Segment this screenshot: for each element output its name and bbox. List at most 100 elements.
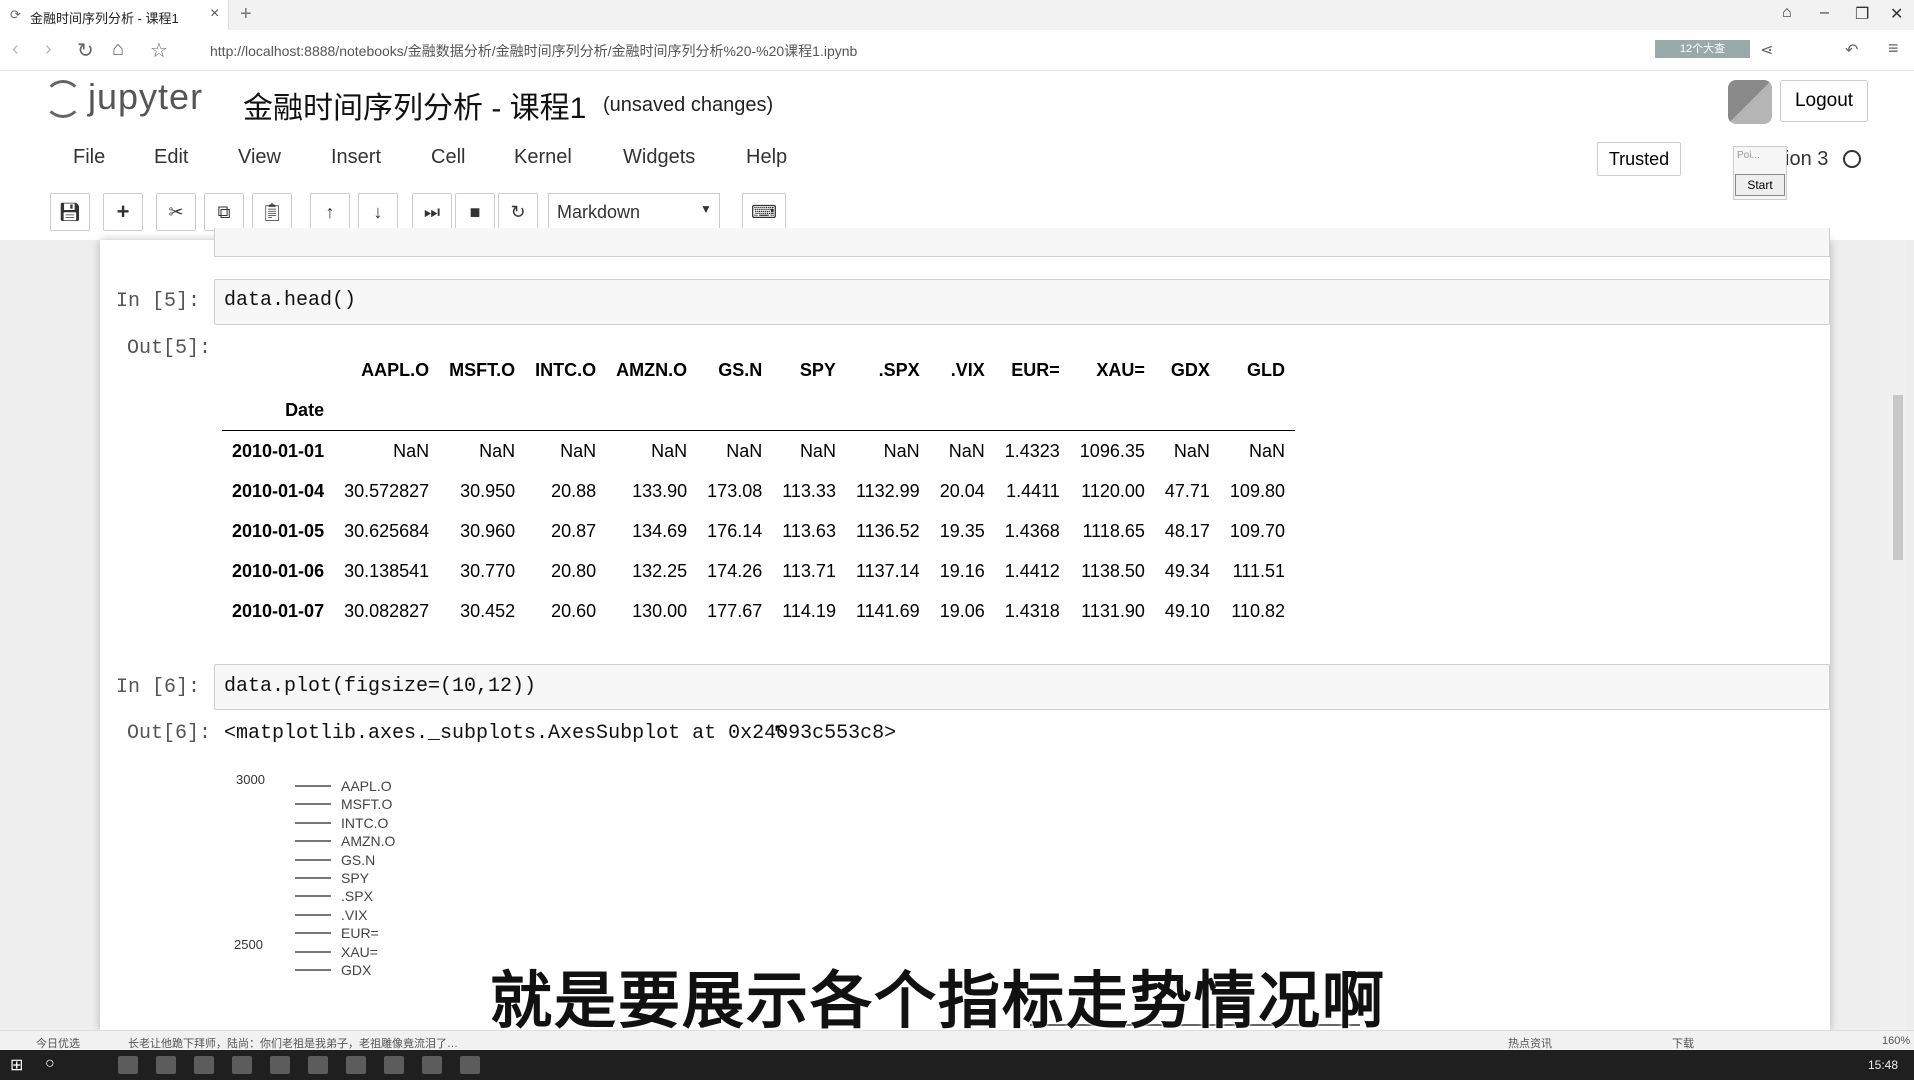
taskbar-app-icon[interactable] <box>460 1056 480 1074</box>
move-up-icon[interactable]: ↑ <box>310 193 350 231</box>
menu-view[interactable]: View <box>238 146 281 169</box>
scrollbar[interactable] <box>1880 240 1906 1030</box>
table-cell: 20.60 <box>551 600 597 621</box>
table-cell: 1120.00 <box>1081 480 1145 501</box>
taskbar-app-icon[interactable] <box>384 1056 404 1074</box>
logout-button[interactable]: Logout <box>1780 80 1868 122</box>
taskbar-app-icon[interactable] <box>422 1056 442 1074</box>
column-header: MSFT.O <box>449 359 516 380</box>
menu-help[interactable]: Help <box>746 146 787 169</box>
save-status: (unsaved changes) <box>603 94 774 116</box>
windows-start-icon[interactable]: ⊞ <box>10 1055 23 1075</box>
stop-icon[interactable]: ■ <box>455 193 495 231</box>
code-cell-input[interactable] <box>214 279 1830 325</box>
bookmark-star-icon[interactable]: ☆ <box>150 38 168 63</box>
jupyter-logo-icon[interactable] <box>44 80 82 118</box>
table-cell: 30.625684 <box>344 520 430 541</box>
table-cell: 110.82 <box>1231 600 1285 621</box>
table-cell: 134.69 <box>632 520 688 541</box>
move-down-icon[interactable]: ↓ <box>358 193 398 231</box>
dataframe-table: AAPL.O MSFT.O INTC.O AMZN.O GS.N SPY .SP… <box>222 350 1295 631</box>
table-cell: NaN <box>799 440 836 461</box>
minimize-icon[interactable]: – <box>1820 4 1829 22</box>
menu-kernel[interactable]: Kernel <box>514 146 572 169</box>
table-cell: 1.4318 <box>1004 600 1060 621</box>
code-text[interactable]: data.plot(figsize=(10,12)) <box>224 675 536 698</box>
restart-icon[interactable]: ↻ <box>498 193 538 231</box>
input-prompt: In [5]: <box>116 290 201 313</box>
table-cell: NaN <box>1173 440 1210 461</box>
menu-insert[interactable]: Insert <box>331 146 381 169</box>
start-button[interactable]: Start <box>1735 174 1785 196</box>
table-cell: NaN <box>726 440 763 461</box>
table-cell: 30.770 <box>460 560 516 581</box>
status-download[interactable]: 下载 <box>1672 1035 1694 1051</box>
copy-icon[interactable]: ⧉ <box>204 193 244 231</box>
restore-icon[interactable]: ❐ <box>1855 4 1869 24</box>
index-name: Date <box>222 390 335 431</box>
table-cell: 30.452 <box>460 600 516 621</box>
taskbar-clock[interactable]: 15:48 <box>1868 1058 1898 1072</box>
menu-edit[interactable]: Edit <box>154 146 188 169</box>
save-icon[interactable]: 💾︎ <box>50 193 90 231</box>
menu-file[interactable]: File <box>73 146 105 169</box>
insert-cell-icon[interactable]: + <box>103 193 143 231</box>
jupyter-logo-text[interactable]: jupyter <box>88 76 203 118</box>
cell-type-select[interactable]: Markdown <box>548 193 720 229</box>
mouse-cursor-icon: ↖ <box>773 720 789 740</box>
status-zoom[interactable]: 160% <box>1882 1035 1910 1047</box>
table-cell: 20.88 <box>551 480 597 501</box>
taskbar-app-icon[interactable] <box>270 1056 290 1074</box>
menu-cell[interactable]: Cell <box>431 146 465 169</box>
kernel-status-icon <box>1843 150 1861 168</box>
menu-icon[interactable]: ≡ <box>1888 38 1899 59</box>
taskbar-app-icon[interactable] <box>232 1056 252 1074</box>
table-cell: 48.17 <box>1164 520 1210 541</box>
back-icon[interactable]: ‹ <box>12 38 19 61</box>
url-field[interactable]: http://localhost:8888/notebooks/金融数据分析/金… <box>210 41 857 61</box>
tab-title[interactable]: 金融时间序列分析 - 课程1 <box>30 8 179 27</box>
search-icon[interactable]: ○ <box>45 1055 55 1073</box>
home-icon[interactable]: ⌂ <box>112 38 124 61</box>
status-hot[interactable]: 热点资讯 <box>1508 1035 1552 1051</box>
kernel-name[interactable]: ion 3 <box>1785 148 1828 171</box>
column-header: AAPL.O <box>361 359 430 380</box>
status-news[interactable]: 长老让他跪下拜师，陆尚：你们老祖是我弟子，老祖雕像竟流泪了… <box>128 1035 458 1051</box>
scrollbar-thumb[interactable] <box>1893 395 1903 560</box>
previous-cell[interactable] <box>214 228 1830 257</box>
keyboard-icon[interactable]: ⌨ <box>742 193 786 231</box>
taskbar-app-icon[interactable] <box>308 1056 328 1074</box>
table-cell: NaN <box>479 440 516 461</box>
table-cell: NaN <box>948 440 985 461</box>
table-cell: 1138.50 <box>1081 560 1145 581</box>
table-cell: 132.25 <box>632 560 688 581</box>
shirt-icon[interactable]: ⌂ <box>1782 4 1792 22</box>
row-index: 2010-01-06 <box>232 560 325 581</box>
table-cell: NaN <box>651 440 688 461</box>
taskbar-app-icon[interactable] <box>118 1056 138 1074</box>
status-left[interactable]: 今日优选 <box>36 1035 80 1051</box>
new-tab-icon[interactable]: + <box>240 3 252 26</box>
code-text[interactable]: data.head() <box>224 289 356 312</box>
close-window-icon[interactable]: ✕ <box>1890 4 1903 24</box>
undo-icon[interactable]: ↶ <box>1845 40 1858 60</box>
cut-icon[interactable]: ✂ <box>156 193 196 231</box>
table-cell: 1096.35 <box>1079 440 1145 461</box>
forward-icon[interactable]: › <box>45 38 52 61</box>
address-badge[interactable]: 12个大查 <box>1655 40 1750 58</box>
reload-icon[interactable]: ↻ <box>77 38 94 63</box>
run-icon[interactable]: ⏭ <box>412 193 452 231</box>
trusted-indicator[interactable]: Trusted <box>1597 142 1681 176</box>
taskbar-app-icon[interactable] <box>156 1056 176 1074</box>
close-tab-icon[interactable]: × <box>210 5 219 23</box>
notebook-title[interactable]: 金融时间序列分析 - 课程1 <box>243 83 586 127</box>
table-cell: 20.87 <box>551 520 597 541</box>
table-cell: 20.80 <box>551 560 597 581</box>
taskbar-app-icon[interactable] <box>194 1056 214 1074</box>
table-cell: 19.16 <box>939 560 985 581</box>
taskbar-app-icon[interactable] <box>346 1056 366 1074</box>
share-icon[interactable]: ⋖ <box>1760 40 1773 60</box>
paste-icon[interactable]: 📋︎ <box>252 193 292 231</box>
menu-widgets[interactable]: Widgets <box>623 146 695 169</box>
table-cell: 113.63 <box>782 520 836 541</box>
